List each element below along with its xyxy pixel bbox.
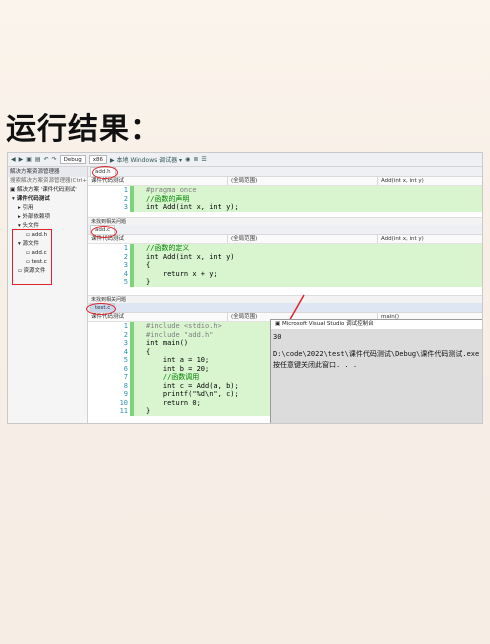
code-line: int b = 20; bbox=[146, 364, 210, 373]
code-line: int c = Add(a, b); bbox=[146, 381, 239, 390]
code-line: return x + y; bbox=[146, 269, 218, 278]
undo-icon[interactable]: ↶ bbox=[44, 156, 49, 163]
function-select[interactable]: Add(int x, int y) bbox=[378, 177, 482, 185]
code-line: //函数的声明 bbox=[146, 194, 190, 203]
solution-explorer-title: 解决方案资源管理器 bbox=[8, 167, 87, 177]
code-line: int Add(int x, int y); bbox=[146, 203, 239, 211]
nav-bar: 课件代码测试 (全局范围) Add(int x, int y) bbox=[88, 177, 482, 186]
code-line: int main() bbox=[146, 339, 189, 347]
code-editor[interactable]: 1 #pragma once 2 //函数的声明 3 int Add(int x, i… bbox=[88, 186, 482, 212]
scope-select[interactable]: (全局范围) bbox=[228, 177, 378, 185]
annotation-box bbox=[12, 229, 52, 285]
annotation-circle bbox=[86, 303, 116, 315]
line-number: 4 bbox=[123, 347, 128, 356]
tabbar: add.c bbox=[88, 225, 482, 235]
save-icon[interactable]: ▣ bbox=[26, 156, 32, 163]
issues-status: 未找到相关问题 bbox=[88, 217, 482, 225]
line-number: 2 bbox=[123, 194, 128, 203]
line-number: 1 bbox=[123, 186, 128, 194]
page-heading: 运行结果： bbox=[6, 112, 161, 147]
code-editor[interactable]: 1 //函数的定义 2 int Add(int x, int y) 3 { 4 ret… bbox=[88, 244, 482, 287]
code-line: //函数调用 bbox=[146, 373, 200, 381]
line-number: 7 bbox=[123, 373, 128, 381]
code-line: printf("%d\n", c); bbox=[146, 390, 239, 398]
console-path: D:\code\2022\test\课件代码测试\Debug\课件代码测试.ex… bbox=[273, 350, 480, 358]
code-line: #pragma once bbox=[146, 186, 197, 194]
run-debugger-button[interactable]: ▶ 本地 Windows 调试器 ▾ bbox=[110, 155, 182, 164]
function-select[interactable]: Add(int x, int y) bbox=[378, 235, 482, 243]
line-number: 2 bbox=[123, 252, 128, 261]
solution-label: 解决方案 '课件代码测试' bbox=[16, 187, 77, 193]
comment-icon[interactable]: ☰ bbox=[201, 156, 206, 163]
line-number: 3 bbox=[123, 203, 128, 211]
console-prompt: 按任意键关闭此窗口. . . bbox=[273, 361, 358, 369]
code-line: int a = 10; bbox=[146, 356, 210, 364]
code-line: { bbox=[146, 261, 151, 269]
line-number: 8 bbox=[123, 381, 128, 390]
tabbar: add.h bbox=[88, 167, 482, 177]
breakpoint-icon[interactable]: ◉ bbox=[185, 156, 190, 163]
line-number: 10 bbox=[119, 398, 128, 407]
console-output: 30 D:\code\2022\test\课件代码测试\Debug\课件代码测试.… bbox=[271, 329, 482, 371]
line-number: 4 bbox=[123, 269, 128, 278]
tree-label: 引用 bbox=[22, 205, 34, 211]
solution-search[interactable]: 搜索解决方案资源管理器(Ctrl+;) bbox=[8, 177, 87, 186]
annotation-circle bbox=[92, 166, 118, 179]
project-select[interactable]: 课件代码测试 bbox=[88, 313, 228, 321]
console-title: ▣ Microsoft Visual Studio 调试控制台 bbox=[271, 320, 482, 329]
line-number: 9 bbox=[123, 390, 128, 398]
code-line: } bbox=[146, 407, 151, 415]
redo-icon[interactable]: ↷ bbox=[52, 156, 57, 163]
code-line: return 0; bbox=[146, 398, 201, 407]
console-title-text: Microsoft Visual Studio 调试控制台 bbox=[281, 321, 374, 327]
code-line: #include <stdio.h> bbox=[146, 322, 222, 330]
line-number: 5 bbox=[123, 356, 128, 364]
ide-toolbar: ◀ ▶ ▣ ▤ ↶ ↷ Debug x86 ▶ 本地 Windows 调试器 ▾… bbox=[8, 153, 482, 167]
line-number: 11 bbox=[119, 407, 128, 415]
code-line: { bbox=[146, 347, 151, 356]
nav-bar: 课件代码测试 (全局范围) Add(int x, int y) bbox=[88, 235, 482, 244]
pane-add-c: add.c 课件代码测试 (全局范围) Add(int x, int y) 1 /… bbox=[88, 225, 482, 303]
debug-console-window[interactable]: ▣ Microsoft Visual Studio 调试控制台 30 D:\cod… bbox=[270, 319, 482, 423]
line-number: 1 bbox=[123, 244, 128, 252]
code-line: } bbox=[146, 278, 151, 286]
scope-select[interactable]: (全局范围) bbox=[228, 235, 378, 243]
code-line: int Add(int x, int y) bbox=[146, 252, 235, 261]
code-line: //函数的定义 bbox=[146, 244, 190, 252]
line-number: 6 bbox=[123, 364, 128, 373]
pane-add-h: add.h 课件代码测试 (全局范围) Add(int x, int y) 1 #… bbox=[88, 167, 482, 225]
save-all-icon[interactable]: ▤ bbox=[35, 156, 41, 163]
project-node[interactable]: ▾ 课件代码测试 bbox=[8, 195, 87, 204]
line-number: 2 bbox=[123, 330, 128, 339]
format-icon[interactable]: ≣ bbox=[193, 156, 198, 163]
console-result: 30 bbox=[273, 333, 282, 341]
tree-item-references[interactable]: ▸ 引用 bbox=[8, 204, 87, 213]
tree-label: 外部依赖项 bbox=[22, 214, 51, 220]
config-select[interactable]: Debug bbox=[59, 155, 86, 164]
forward-icon[interactable]: ▶ bbox=[19, 156, 24, 163]
platform-select[interactable]: x86 bbox=[88, 155, 108, 164]
annotation-circle bbox=[91, 226, 117, 238]
project-label: 课件代码测试 bbox=[16, 196, 50, 202]
tree-item-external[interactable]: ▸ 外部依赖项 bbox=[8, 213, 87, 222]
solution-explorer: 解决方案资源管理器 搜索解决方案资源管理器(Ctrl+;) ▣ 解决方案 '课件… bbox=[8, 167, 88, 423]
solution-node[interactable]: ▣ 解决方案 '课件代码测试' bbox=[8, 186, 87, 195]
line-number: 3 bbox=[123, 339, 128, 347]
line-number: 5 bbox=[123, 278, 128, 286]
code-line: #include "add.h" bbox=[146, 330, 214, 339]
ide-screenshot: ◀ ▶ ▣ ▤ ↶ ↷ Debug x86 ▶ 本地 Windows 调试器 ▾… bbox=[7, 152, 483, 424]
line-number: 1 bbox=[123, 322, 128, 330]
back-icon[interactable]: ◀ bbox=[11, 156, 16, 163]
line-number: 3 bbox=[123, 261, 128, 269]
